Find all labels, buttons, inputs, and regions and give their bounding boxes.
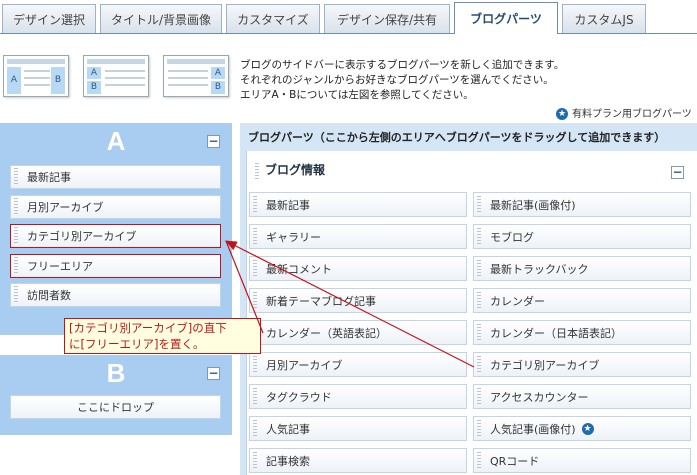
drag-handle-icon[interactable]: [477, 195, 481, 214]
part-item[interactable]: 月別アーカイブ: [249, 352, 467, 377]
blog-parts-panel: ブログパーツ（ここから左側のエリアへブログパーツをドラッグして追加できます） ブ…: [240, 123, 697, 475]
drag-handle-icon[interactable]: [14, 227, 18, 245]
part-item[interactable]: 新着テーマブログ記事: [249, 288, 467, 313]
area-a-item-visitor-count[interactable]: 訪問者数: [10, 283, 221, 307]
area-b-drop-zone[interactable]: ここにドロップ: [10, 395, 221, 419]
annotation-callout: [カテゴリ別アーカイブ]の直下 に[フリーエリア]を置く。: [64, 318, 261, 354]
tab-design-select[interactable]: デザイン選択: [2, 4, 96, 33]
area-a-item-monthly-archive[interactable]: 月別アーカイブ: [10, 195, 221, 219]
part-item[interactable]: モブログ: [473, 224, 691, 249]
area-b-collapse-button[interactable]: −: [207, 367, 220, 380]
area-a-letter: A: [106, 126, 126, 156]
drag-handle-icon[interactable]: [477, 323, 481, 342]
drag-handle-icon[interactable]: [14, 286, 18, 304]
paid-plan-label: 有料プラン用ブログパーツ: [572, 109, 692, 120]
intro-line-2: それぞれのジャンルからお好きなブログパーツを選んでください。: [240, 74, 554, 86]
part-item[interactable]: カテゴリ別アーカイブ: [473, 352, 691, 377]
drag-handle-icon[interactable]: [477, 227, 481, 246]
drag-handle-icon[interactable]: [253, 419, 257, 438]
tab-bar: デザイン選択 タイトル/背景画像 カスタマイズ デザイン保存/共有 ブログパーツ…: [0, 0, 697, 34]
tab-design-save-share[interactable]: デザイン保存/共有: [324, 4, 450, 33]
drag-handle-icon[interactable]: [477, 291, 481, 310]
paid-plan-legend: ★ 有料プラン用ブログパーツ: [556, 105, 692, 120]
drag-handle-icon[interactable]: [253, 387, 257, 406]
layout-thumb-1: A B: [3, 55, 69, 97]
drag-handle-icon[interactable]: [477, 419, 481, 438]
drag-handle-icon[interactable]: [14, 198, 18, 216]
part-item[interactable]: 最新トラックバック: [473, 256, 691, 281]
category-title: ブログ情報: [265, 163, 326, 177]
area-a[interactable]: A − 最新記事 月別アーカイブ カテゴリ別アーカイブ フリーエリア 訪問者数: [0, 123, 232, 335]
area-b[interactable]: B − ここにドロップ: [0, 355, 232, 435]
part-item[interactable]: カレンダー（英語表記）: [249, 320, 467, 345]
drag-handle-icon[interactable]: [477, 259, 481, 278]
drag-handle-icon[interactable]: [477, 451, 481, 470]
drag-handle-icon[interactable]: [253, 355, 257, 374]
drag-handle-icon[interactable]: [253, 291, 257, 310]
intro-line-1: ブログのサイドバーに表示するブログパーツを新しく追加できます。: [240, 59, 565, 71]
layout-thumb-2: A B: [83, 55, 149, 97]
tab-bar-divider: [0, 33, 697, 34]
drag-handle-icon: [255, 163, 259, 181]
part-item[interactable]: 最新記事(画像付): [473, 192, 691, 217]
area-b-letter: B: [106, 358, 126, 388]
drag-handle-icon[interactable]: [253, 227, 257, 246]
part-item[interactable]: 最新コメント: [249, 256, 467, 281]
annotation-line-1: [カテゴリ別アーカイブ]の直下: [69, 321, 227, 335]
part-item[interactable]: ギャラリー: [249, 224, 467, 249]
area-a-collapse-button[interactable]: −: [207, 135, 220, 148]
part-item[interactable]: カレンダー: [473, 288, 691, 313]
star-icon: ★: [556, 108, 568, 120]
drag-handle-icon[interactable]: [253, 451, 257, 470]
drag-handle-icon[interactable]: [253, 259, 257, 278]
drag-handle-icon[interactable]: [253, 195, 257, 214]
drag-handle-icon[interactable]: [477, 355, 481, 374]
area-a-item-category-archive[interactable]: カテゴリ別アーカイブ: [10, 224, 221, 248]
blog-parts-panel-title: ブログパーツ（ここから左側のエリアへブログパーツをドラッグして追加できます）: [248, 131, 666, 144]
tab-blog-parts[interactable]: ブログパーツ: [454, 2, 558, 34]
part-item[interactable]: カレンダー（日本語表記）: [473, 320, 691, 345]
intro-line-3: エリアA・Bについては左図を参照してください。: [240, 89, 474, 101]
tab-custom-js[interactable]: カスタムJS: [562, 4, 646, 33]
part-item[interactable]: 人気記事: [249, 416, 467, 441]
star-icon: ★: [581, 422, 594, 435]
part-item[interactable]: 記事検索: [249, 448, 467, 473]
part-item[interactable]: 人気記事(画像付) ★: [473, 416, 691, 441]
drag-handle-icon[interactable]: [477, 387, 481, 406]
drag-handle-icon[interactable]: [14, 168, 18, 186]
category-collapse-button[interactable]: −: [671, 166, 684, 179]
layout-thumb-3: A B: [163, 55, 229, 97]
part-item[interactable]: QRコード: [473, 448, 691, 473]
part-item[interactable]: アクセスカウンター: [473, 384, 691, 409]
category-blog-info: ブログ情報 − 最新記事ギャラリー最新コメント 新着テーマブログ記事 カレンダー（英…: [246, 151, 697, 475]
area-a-item-latest-posts[interactable]: 最新記事: [10, 165, 221, 189]
intro-text: ブログのサイドバーに表示するブログパーツを新しく追加できます。 それぞれのジャン…: [240, 58, 564, 103]
part-item[interactable]: タグクラウド: [249, 384, 467, 409]
drag-handle-icon[interactable]: [14, 257, 18, 275]
annotation-line-2: に[フリーエリア]を置く。: [69, 337, 205, 351]
tab-customize[interactable]: カスタマイズ: [226, 4, 320, 33]
area-a-item-free-area[interactable]: フリーエリア: [10, 254, 221, 278]
part-item[interactable]: 最新記事: [249, 192, 467, 217]
tab-title-background[interactable]: タイトル/背景画像: [100, 4, 222, 33]
